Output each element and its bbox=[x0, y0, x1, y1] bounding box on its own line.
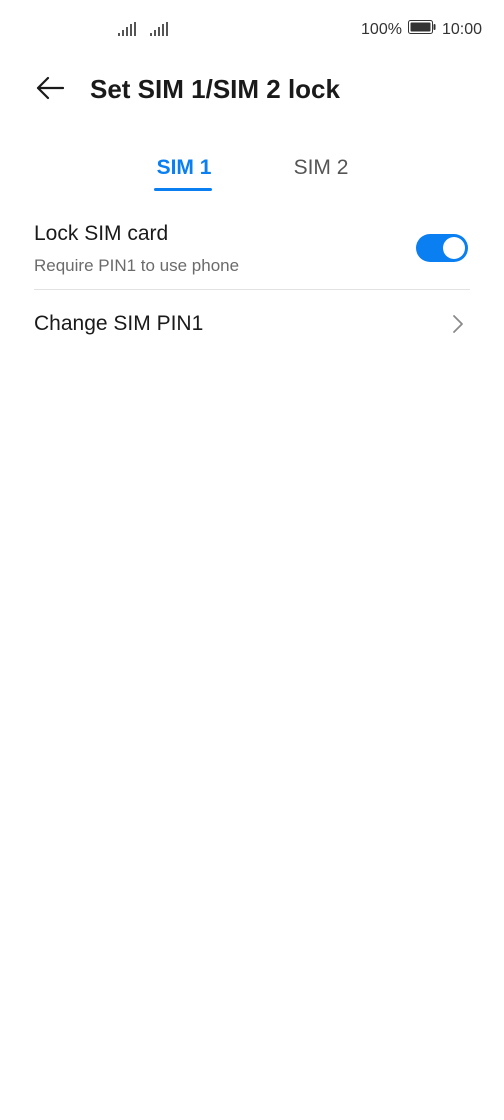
chevron-right-icon bbox=[452, 314, 464, 339]
app-header: Set SIM 1/SIM 2 lock bbox=[0, 60, 504, 124]
lock-sim-card-row[interactable]: Lock SIM card Require PIN1 to use phone bbox=[0, 210, 504, 290]
sim-tabs: SIM 1 SIM 2 bbox=[0, 150, 504, 196]
signal-strength-icon bbox=[150, 22, 168, 41]
tab-sim-2[interactable]: SIM 2 bbox=[290, 156, 352, 180]
page-title: Set SIM 1/SIM 2 lock bbox=[90, 74, 340, 104]
back-button[interactable] bbox=[30, 74, 70, 106]
lock-sim-card-toggle[interactable] bbox=[416, 234, 468, 262]
lock-sim-card-subtitle: Require PIN1 to use phone bbox=[34, 256, 240, 275]
status-bar: 100% 10:00 bbox=[0, 0, 504, 60]
tab-indicator bbox=[154, 188, 212, 191]
change-sim-pin-title: Change SIM PIN1 bbox=[34, 312, 204, 335]
toggle-knob bbox=[443, 237, 465, 259]
battery-icon bbox=[407, 20, 436, 39]
tab-sim-1[interactable]: SIM 1 bbox=[153, 156, 215, 180]
signal-strength-icon bbox=[118, 22, 136, 41]
back-arrow-icon bbox=[36, 76, 65, 105]
lock-sim-card-title: Lock SIM card bbox=[34, 222, 169, 245]
status-right: 100% 10:00 bbox=[361, 20, 482, 39]
divider bbox=[34, 289, 470, 290]
battery-percent: 100% bbox=[361, 20, 402, 38]
change-sim-pin-row[interactable]: Change SIM PIN1 bbox=[0, 292, 504, 356]
clock: 10:00 bbox=[441, 20, 482, 38]
